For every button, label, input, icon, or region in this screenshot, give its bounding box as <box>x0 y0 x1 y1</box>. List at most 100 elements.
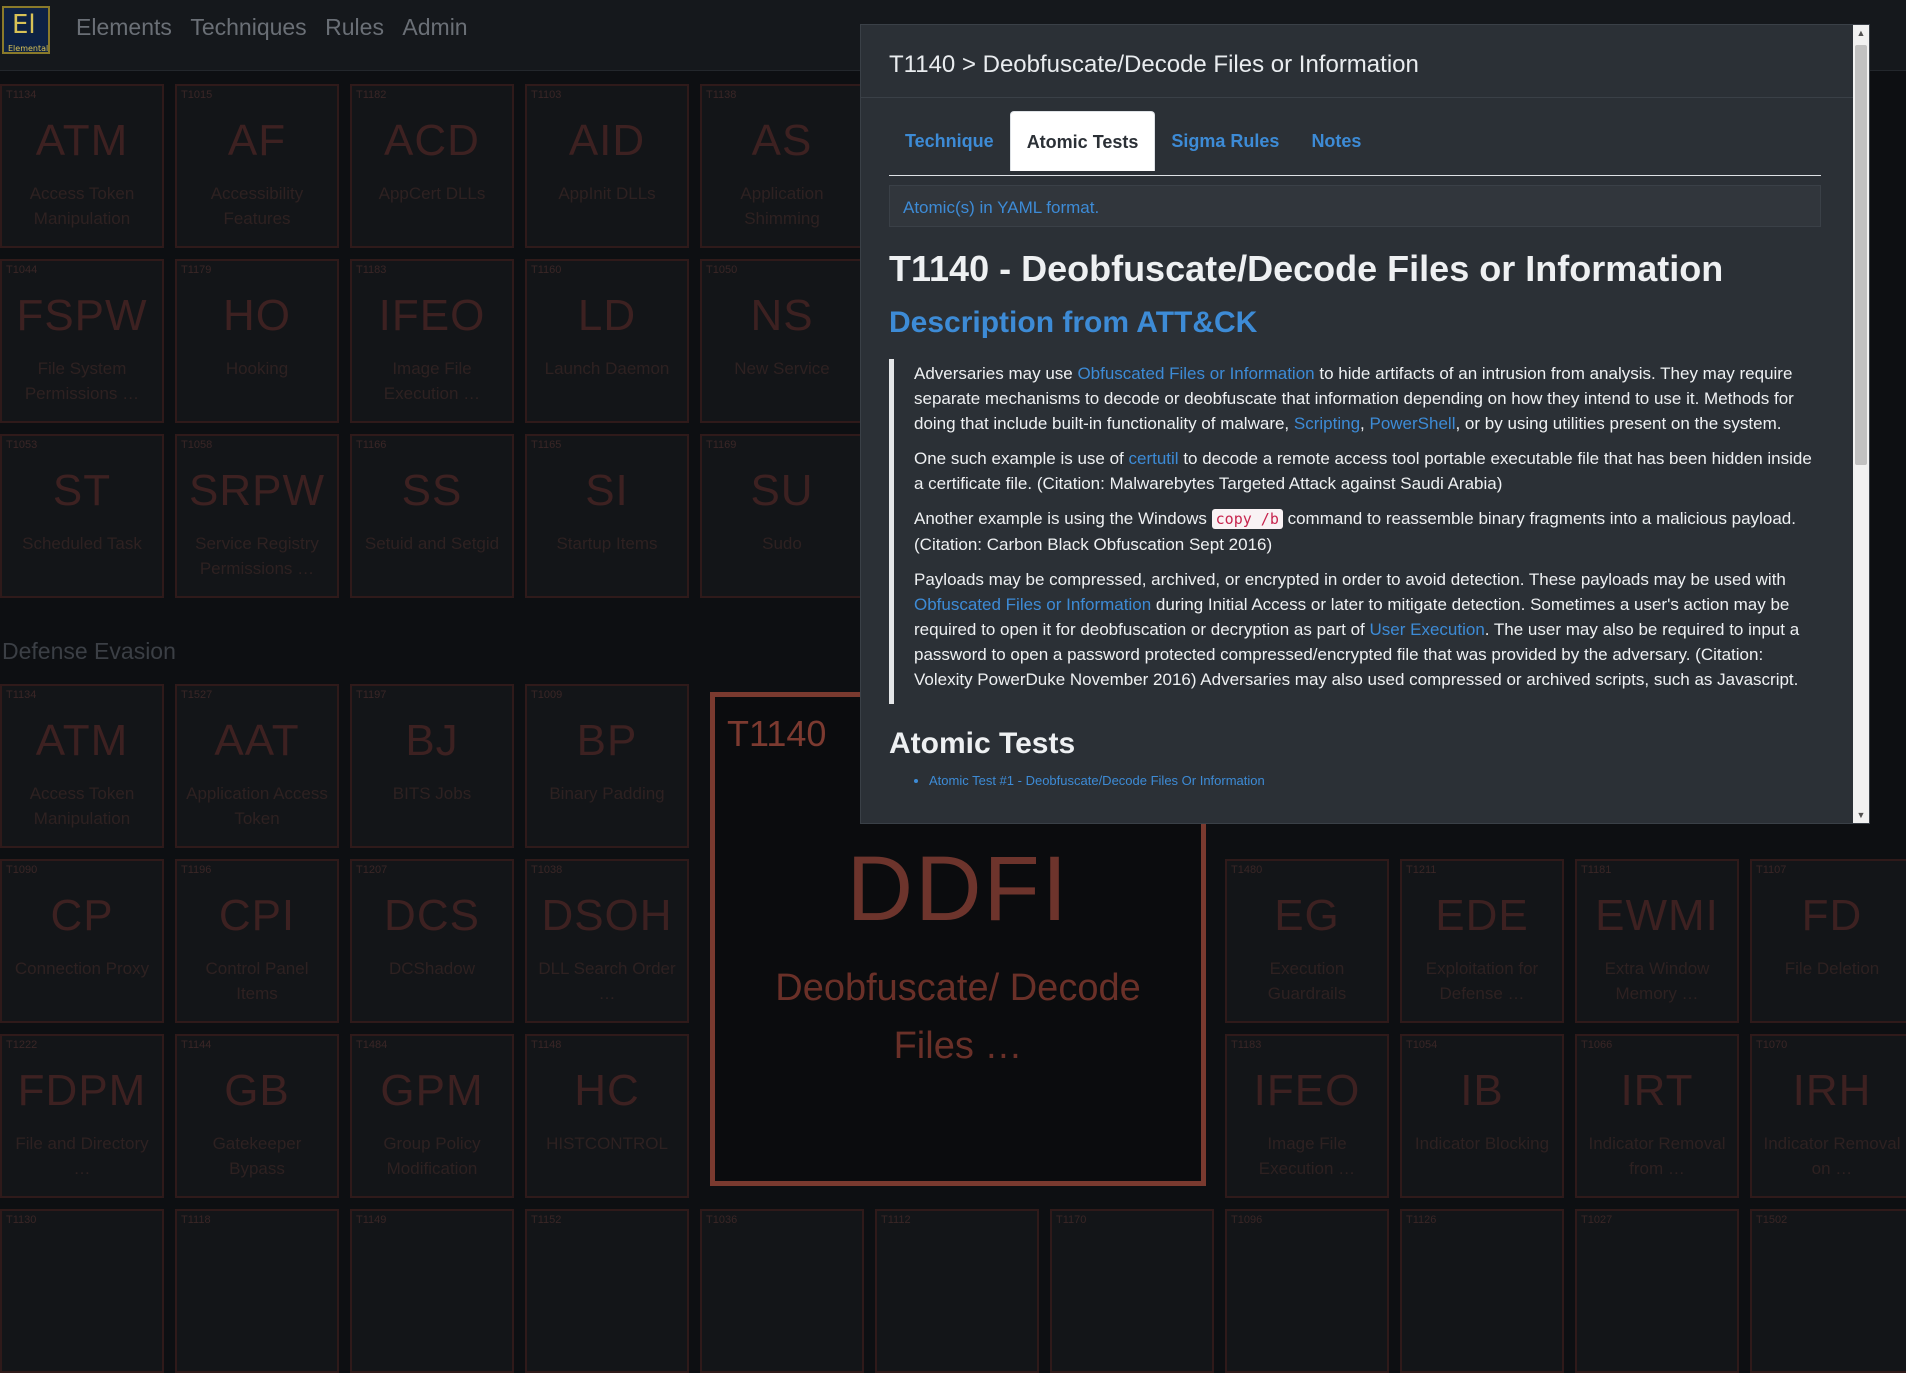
link-user-execution[interactable]: User Execution <box>1370 620 1485 639</box>
technique-id: T1134 <box>6 89 37 101</box>
technique-tile[interactable]: T1196 CPI Control Panel Items <box>175 859 339 1023</box>
technique-name: Access Token Manipulation <box>29 784 135 828</box>
technique-tile[interactable]: T1027 <box>1575 1209 1739 1373</box>
technique-tile[interactable]: T1044 FSPW File System Permissions … <box>0 259 164 423</box>
technique-symbol: SI <box>585 466 629 515</box>
technique-tile[interactable]: T1166 SS Setuid and Setgid <box>350 434 514 598</box>
link-scripting[interactable]: Scripting <box>1294 414 1360 433</box>
scroll-up-arrow-icon[interactable]: ▲ <box>1853 25 1869 41</box>
technique-name: AppInit DLLs <box>558 184 656 203</box>
technique-id: T1149 <box>356 1214 387 1226</box>
technique-name: Exploitation for Defense … <box>1425 959 1539 1003</box>
nav-link-rules[interactable]: Rules <box>325 14 384 41</box>
technique-symbol: AF <box>227 116 287 165</box>
link-certutil[interactable]: certutil <box>1129 449 1179 468</box>
technique-tile[interactable]: T1009 BP Binary Padding <box>525 684 689 848</box>
technique-tile[interactable]: T1148 HC HISTCONTROL <box>525 1034 689 1198</box>
technique-tile[interactable]: T1160 LD Launch Daemon <box>525 259 689 423</box>
technique-tile[interactable]: T1179 HO Hooking <box>175 259 339 423</box>
technique-tile[interactable]: T1138 AS Application Shimming <box>700 84 864 248</box>
nav-link-elements[interactable]: Elements <box>76 14 172 41</box>
technique-id: T1169 <box>706 439 737 451</box>
technique-id: T1160 <box>531 264 562 276</box>
technique-tile[interactable]: T1112 <box>875 1209 1039 1373</box>
modal-scrollbar[interactable]: ▲ ▼ <box>1853 25 1869 823</box>
selected-technique-id: T1140 <box>727 713 827 754</box>
yaml-format-link[interactable]: Atomic(s) in YAML format. <box>889 185 1821 227</box>
technique-tile[interactable]: T1103 AID AppInit DLLs <box>525 84 689 248</box>
app-logo[interactable]: El Elemental <box>2 6 50 54</box>
technique-id: T1196 <box>181 864 212 876</box>
technique-id: T1165 <box>531 439 562 451</box>
technique-tile[interactable]: T1484 GPM Group Policy Modification <box>350 1034 514 1198</box>
technique-tile[interactable]: T1197 BJ BITS Jobs <box>350 684 514 848</box>
technique-tile[interactable]: T1096 <box>1225 1209 1389 1373</box>
technique-tile[interactable]: T1170 <box>1050 1209 1214 1373</box>
technique-symbol: IRH <box>1792 1066 1872 1115</box>
technique-tile[interactable]: T1066 IRT Indicator Removal from … <box>1575 1034 1739 1198</box>
tab-technique[interactable]: Technique <box>889 111 1010 171</box>
tab-notes[interactable]: Notes <box>1295 111 1377 171</box>
technique-id: T1050 <box>706 264 738 276</box>
technique-symbol: ST <box>52 466 112 515</box>
technique-id: T1090 <box>6 864 38 876</box>
technique-tile[interactable]: T1144 GB Gatekeeper Bypass <box>175 1034 339 1198</box>
technique-id: T1126 <box>1406 1214 1437 1226</box>
technique-tile[interactable]: T1126 <box>1400 1209 1564 1373</box>
technique-tile[interactable]: T1015 AF Accessibility Features <box>175 84 339 248</box>
scrollbar-thumb[interactable] <box>1855 45 1867 465</box>
link-obfuscated-files[interactable]: Obfuscated Files or Information <box>1077 364 1314 383</box>
technique-tile[interactable]: T1182 ACD AppCert DLLs <box>350 84 514 248</box>
technique-tile[interactable]: T1149 <box>350 1209 514 1373</box>
atomic-tests-list: Atomic Test #1 - Deobfuscate/Decode File… <box>889 772 1821 790</box>
atomic-test-link[interactable]: Atomic Test #1 - Deobfuscate/Decode File… <box>929 772 1821 790</box>
technique-id: T1015 <box>181 89 213 101</box>
technique-tile[interactable]: T1169 SU Sudo <box>700 434 864 598</box>
technique-symbol: GPM <box>380 1066 484 1115</box>
technique-tile[interactable]: T1054 IB Indicator Blocking <box>1400 1034 1564 1198</box>
technique-symbol: AID <box>568 116 646 165</box>
technique-tile[interactable]: T1090 CP Connection Proxy <box>0 859 164 1023</box>
technique-tile[interactable]: T1527 AAT Application Access Token <box>175 684 339 848</box>
technique-name: AppCert DLLs <box>378 184 486 203</box>
tab-atomic-tests[interactable]: Atomic Tests <box>1009 111 1156 171</box>
technique-name: Service Registry Permissions … <box>195 534 319 578</box>
technique-tile[interactable]: T1183 IFEO Image File Execution … <box>350 259 514 423</box>
technique-tile[interactable]: T1134 ATM Access Token Manipulation <box>0 84 164 248</box>
technique-tile[interactable]: T1480 EG Execution Guardrails <box>1225 859 1389 1023</box>
tab-sigma-rules[interactable]: Sigma Rules <box>1155 111 1295 171</box>
technique-tile[interactable]: T1058 SRPW Service Registry Permissions … <box>175 434 339 598</box>
technique-tile[interactable]: T1107 FD File Deletion <box>1750 859 1906 1023</box>
technique-id: T1484 <box>356 1039 388 1051</box>
technique-tile[interactable]: T1222 FDPM File and Directory … <box>0 1034 164 1198</box>
technique-tile[interactable]: T1134 ATM Access Token Manipulation <box>0 684 164 848</box>
technique-tile[interactable]: T1152 <box>525 1209 689 1373</box>
technique-name: Accessibility Features <box>210 184 304 228</box>
technique-id: T1053 <box>6 439 38 451</box>
selected-technique-symbol: DDFI <box>846 838 1070 940</box>
link-powershell[interactable]: PowerShell <box>1369 414 1455 433</box>
link-obfuscated-files[interactable]: Obfuscated Files or Information <box>914 595 1151 614</box>
technique-name: DLL Search Order … <box>538 959 676 1003</box>
technique-tile[interactable]: T1036 <box>700 1209 864 1373</box>
scroll-down-arrow-icon[interactable]: ▼ <box>1853 807 1869 823</box>
technique-tile[interactable]: T1211 EDE Exploitation for Defense … <box>1400 859 1564 1023</box>
technique-tile[interactable]: T1118 <box>175 1209 339 1373</box>
technique-tile[interactable]: T1053 ST Scheduled Task <box>0 434 164 598</box>
technique-tile[interactable]: T1183 IFEO Image File Execution … <box>1225 1034 1389 1198</box>
technique-id: T1179 <box>181 264 212 276</box>
technique-tile[interactable]: T1165 SI Startup Items <box>525 434 689 598</box>
technique-name: New Service <box>734 359 830 378</box>
technique-tile[interactable]: T1130 <box>0 1209 164 1373</box>
technique-tile[interactable]: T1038 DSOH DLL Search Order … <box>525 859 689 1023</box>
atomic-tests-heading: Atomic Tests <box>889 727 1076 760</box>
nav-link-admin[interactable]: Admin <box>402 14 467 41</box>
technique-tile[interactable]: T1181 EWMI Extra Window Memory … <box>1575 859 1739 1023</box>
technique-tile[interactable]: T1502 <box>1750 1209 1906 1373</box>
technique-tile[interactable]: T1207 DCS DCShadow <box>350 859 514 1023</box>
technique-name: BITS Jobs <box>392 784 472 803</box>
technique-tile[interactable]: T1070 IRH Indicator Removal on … <box>1750 1034 1906 1198</box>
technique-id: T1144 <box>181 1039 212 1051</box>
technique-tile[interactable]: T1050 NS New Service <box>700 259 864 423</box>
nav-link-techniques[interactable]: Techniques <box>190 14 306 41</box>
